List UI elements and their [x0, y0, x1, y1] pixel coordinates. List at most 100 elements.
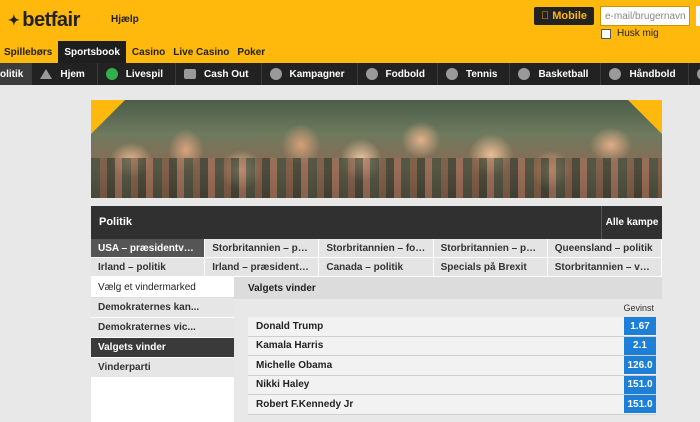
sport-nav-label: Kampagner	[289, 68, 345, 80]
sport-nav: olitik Hjem Livespil Cash Out Kampagner …	[0, 63, 700, 85]
runner-name: Robert F.Kennedy Jr	[256, 398, 354, 410]
sport-nav-item-cash-out[interactable]: Cash Out	[176, 63, 262, 85]
betfair-logo[interactable]: ✦ betfair	[8, 9, 80, 32]
market-list-item[interactable]: Vinderparti	[91, 358, 234, 378]
odds-button[interactable]: 151.0	[624, 375, 656, 394]
handball-icon	[609, 68, 622, 80]
home-icon	[40, 69, 53, 79]
competition-label: Irland – politik	[98, 261, 166, 273]
runner-name: Kamala Harris	[256, 340, 324, 352]
sport-nav-item-handbold[interactable]: Håndbold	[601, 63, 689, 85]
runner-row: Donald Trump 1.67	[248, 317, 656, 337]
market-title: Valgets vinder	[234, 277, 662, 299]
competition-label: Storbritannien – politik	[440, 242, 540, 254]
banner-corner-right	[628, 100, 662, 134]
competition-label: Queensland – politik	[554, 242, 653, 254]
competition-tab[interactable]: Storbritannien – folk...	[319, 239, 434, 258]
section-title: Politik	[99, 216, 133, 228]
competition-tab[interactable]: Storbritannien – part...	[205, 239, 320, 258]
sport-nav-item-politik[interactable]: olitik	[0, 63, 33, 85]
odds-column-header: Gevinst	[623, 303, 654, 313]
email-field[interactable]	[600, 6, 690, 26]
sport-nav-item-more[interactable]	[689, 63, 700, 85]
competition-label: Irland – præsidentvalg	[212, 261, 312, 273]
product-tab-sportsbook[interactable]: Sportsbook	[58, 41, 126, 63]
live-icon	[105, 68, 118, 80]
banner-corner-left	[91, 100, 125, 134]
odds-button[interactable]: 151.0	[624, 395, 656, 414]
sport-nav-item-fodbold[interactable]: Fodbold	[358, 63, 438, 85]
competition-label: USA – præsidentval...	[98, 242, 198, 254]
mobile-button[interactable]:  Mobile	[534, 7, 594, 25]
odds-button[interactable]: 2.1	[624, 336, 656, 355]
product-nav: Spillebørs Sportsbook Casino Live Casino…	[0, 41, 269, 63]
product-tab-casino[interactable]: Casino	[128, 41, 169, 63]
remember-label: Husk mig	[617, 28, 659, 39]
apple-icon: 	[541, 10, 549, 22]
betfair-mark-icon: ✦	[8, 12, 20, 28]
sport-nav-label: Håndbold	[629, 68, 676, 80]
sport-nav-label: Cash Out	[204, 68, 249, 80]
competition-tab[interactable]: Queensland – politik	[547, 239, 662, 258]
competition-tab[interactable]: USA – præsidentval...	[91, 239, 206, 258]
brand-name: betfair	[22, 9, 80, 31]
runner-name: Donald Trump	[256, 320, 324, 332]
odds-button[interactable]: 126.0	[624, 356, 656, 375]
promotions-icon	[269, 68, 282, 80]
runner-row: Michelle Obama 126.0	[248, 356, 656, 376]
remember-checkbox[interactable]	[601, 28, 611, 39]
sport-nav-item-tennis[interactable]: Tennis	[438, 63, 511, 85]
top-header: ✦ betfair Hjælp  Mobile Husk mig Spille…	[0, 0, 700, 63]
competition-label: Specials på Brexit	[440, 261, 527, 273]
football-icon	[365, 68, 378, 80]
market-list-item[interactable]: Demokraternes kan...	[91, 298, 234, 318]
all-matches-button[interactable]: Alle kampe	[601, 206, 662, 239]
market-list: Vælg et vindermarked Demokraternes kan..…	[91, 277, 234, 422]
cashout-icon	[184, 69, 197, 79]
section-header: Politik Alle kampe	[91, 206, 662, 239]
sport-nav-label: Basketball	[538, 68, 589, 80]
product-tab-poker[interactable]: Poker	[233, 41, 269, 63]
competition-tab[interactable]: Irland – præsidentvalg	[205, 258, 320, 277]
sport-nav-item-livespil[interactable]: Livespil	[98, 63, 177, 85]
competition-label: Storbritannien – valg...	[554, 261, 654, 273]
runner-row: Kamala Harris 2.1	[248, 336, 656, 356]
market-list-heading: Vælg et vindermarked	[91, 277, 234, 298]
competition-label: Storbritannien – part...	[212, 242, 312, 254]
runner-name: Nikki Haley	[256, 379, 310, 391]
product-tab-spillebors[interactable]: Spillebørs	[0, 41, 56, 63]
help-link[interactable]: Hjælp	[111, 14, 139, 25]
sport-nav-item-hjem[interactable]: Hjem	[32, 63, 98, 85]
competition-tab[interactable]: Storbritannien – politik	[433, 239, 548, 258]
competition-tab[interactable]: Canada – politik	[319, 258, 434, 277]
mobile-label: Mobile	[548, 10, 587, 22]
competition-nav: USA – præsidentval... Storbritannien – p…	[91, 239, 662, 277]
sport-ball-icon	[696, 68, 700, 80]
sport-nav-label: Tennis	[465, 68, 498, 80]
password-field[interactable]	[696, 6, 700, 26]
sport-nav-label: olitik	[0, 68, 24, 80]
runner-row: Robert F.Kennedy Jr 151.0	[248, 395, 656, 415]
sport-nav-item-kampagner[interactable]: Kampagner	[262, 63, 358, 85]
competition-tab[interactable]: Irland – politik	[91, 258, 206, 277]
sport-nav-item-basketball[interactable]: Basketball	[510, 63, 602, 85]
product-tab-live-casino[interactable]: Live Casino	[169, 41, 233, 63]
market-table: Gevinst Donald Trump 1.67 Kamala Harris …	[248, 299, 656, 415]
runner-row: Nikki Haley 151.0	[248, 375, 656, 395]
market-list-item-active[interactable]: Valgets vinder	[91, 338, 234, 358]
crowd-banner-image	[91, 100, 662, 198]
sport-nav-label: Livespil	[125, 68, 164, 80]
competition-tab[interactable]: Specials på Brexit	[433, 258, 548, 277]
sport-nav-label: Fodbold	[385, 68, 425, 80]
runner-name: Michelle Obama	[256, 359, 333, 371]
tennis-icon	[445, 68, 458, 80]
competition-tab[interactable]: Storbritannien – valg...	[547, 258, 662, 277]
banner-crowd	[91, 158, 662, 198]
remember-me[interactable]: Husk mig	[601, 28, 659, 39]
basketball-icon	[518, 68, 531, 80]
market-list-item[interactable]: Demokraternes vic...	[91, 318, 234, 338]
competition-label: Storbritannien – folk...	[326, 242, 426, 254]
sport-nav-label: Hjem	[60, 68, 85, 80]
odds-button[interactable]: 1.67	[624, 317, 656, 336]
competition-label: Canada – politik	[326, 261, 404, 273]
